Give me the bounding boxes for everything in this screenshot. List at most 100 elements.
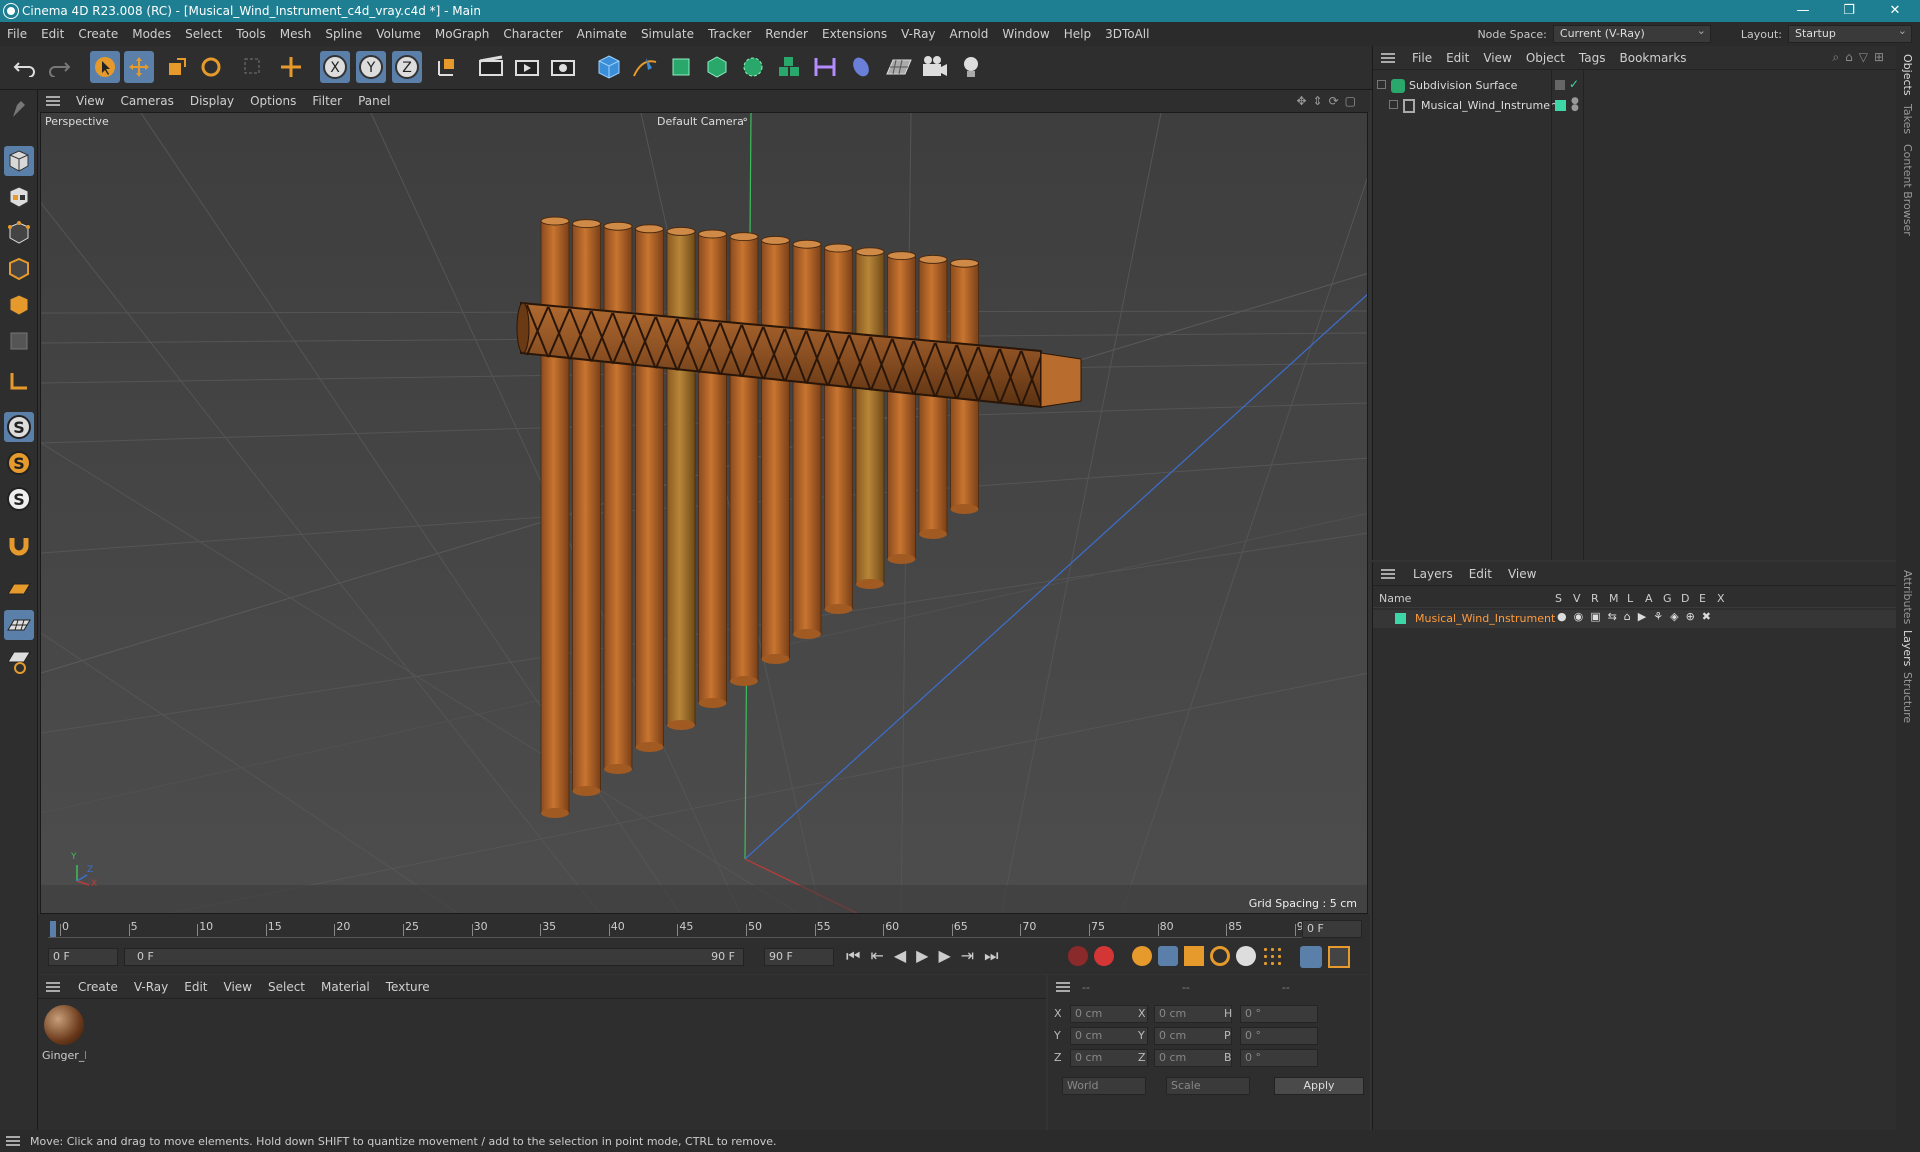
object-row-instrument[interactable]: Musical_Wind_Instrument ● ● [1373,97,1897,116]
viewport-camera-label[interactable]: Default Camera [657,115,744,128]
object-menu-item-1[interactable]: Edit [1439,51,1476,65]
material-menu-item-4[interactable]: Select [260,980,313,994]
material-menu-item-5[interactable]: Material [313,980,378,994]
coord-value-field[interactable]: 0 cm [1070,1027,1148,1045]
material-name[interactable]: Ginger_M [42,1049,86,1062]
layer-menu-item-1[interactable]: Edit [1461,567,1500,581]
field-button[interactable] [846,51,876,83]
record-keyframe-icon[interactable] [1068,946,1088,966]
viewport-menu-item-0[interactable]: View [68,94,112,108]
key-scale-icon[interactable] [1184,946,1204,966]
cloner-button[interactable] [738,51,768,83]
node-space-dropdown[interactable]: Current (V-Ray) [1552,23,1711,43]
menu-item-7[interactable]: Spline [318,27,369,41]
coord-value-field[interactable]: 0 cm [1070,1005,1148,1023]
minimize-button[interactable]: — [1780,0,1826,22]
menu-item-13[interactable]: Tracker [701,27,758,41]
menu-item-11[interactable]: Animate [570,27,634,41]
coords-hamburger-icon[interactable] [1056,982,1070,992]
tab-layers[interactable]: Layers [1901,630,1914,666]
coord-value-field[interactable]: 0 cm [1154,1049,1232,1067]
key-move-icon[interactable] [1158,946,1178,966]
render-settings-button[interactable] [548,51,578,83]
object-menu-item-5[interactable]: Bookmarks [1613,51,1694,65]
polygon-mode-button[interactable] [4,290,34,320]
menu-item-1[interactable]: Edit [34,27,71,41]
subdivision-button[interactable] [666,51,696,83]
menu-item-2[interactable]: Create [71,27,125,41]
material-menu-item-6[interactable]: Texture [378,980,438,994]
extrude-button[interactable] [702,51,732,83]
maximize-button[interactable]: ❐ [1826,0,1872,22]
model-mode-button[interactable] [4,146,34,176]
grid-plane-button[interactable] [4,610,34,640]
material-hamburger-icon[interactable] [46,981,60,992]
key-rotate-icon[interactable] [1210,946,1230,966]
material-swatch[interactable] [44,1005,84,1045]
light-button[interactable] [956,51,986,83]
object-toolbar-icons[interactable]: ⌕⌂▽⊞ [1832,50,1890,65]
viewport-menu-item-4[interactable]: Filter [304,94,350,108]
layer-row[interactable]: Musical_Wind_Instrument ●◉▣⇆⌂▶⚘◈⊕✖ [1373,610,1897,628]
magnet-button[interactable] [4,530,34,560]
menu-item-20[interactable]: 3DToAll [1098,27,1156,41]
live-selection-button[interactable] [238,51,268,83]
menu-item-17[interactable]: Arnold [943,27,996,41]
snap-button[interactable]: S [4,412,34,442]
object-row-subdivision[interactable]: Subdivision Surface ✓ [1373,77,1897,96]
start-frame-field[interactable]: 0 F [48,948,118,966]
render-active-view-button[interactable] [512,51,542,83]
status-hamburger-icon[interactable] [6,1136,20,1146]
go-end-icon[interactable]: ⏭ [984,946,998,966]
playhead-marker[interactable] [50,921,56,937]
undo-button[interactable] [10,51,40,83]
menu-item-18[interactable]: Window [995,27,1056,41]
axis-mode-button[interactable] [4,366,34,396]
next-frame-icon[interactable]: ▶ [938,946,950,966]
timeline-window-icon[interactable] [1328,946,1350,968]
key-position-icon[interactable] [1132,946,1152,966]
cube-button[interactable] [594,51,624,83]
viewport-menu-item-3[interactable]: Options [242,94,304,108]
layer-color-swatch[interactable] [1555,100,1566,111]
point-mode-button[interactable] [4,218,34,248]
next-key-icon[interactable]: ⇥ [961,946,974,966]
camera-button[interactable] [920,51,950,83]
menu-item-15[interactable]: Extensions [815,27,894,41]
make-editable-button[interactable] [4,94,34,124]
layer-color-swatch[interactable] [1395,613,1406,624]
viewport-menu-item-5[interactable]: Panel [350,94,398,108]
material-menu-item-0[interactable]: Create [70,980,126,994]
tree-toggle-icon[interactable] [1389,100,1398,109]
select-tool-button[interactable] [90,51,120,83]
move-tool-button[interactable] [124,51,154,83]
range-slider[interactable]: 0 F 90 F [124,948,744,966]
edge-mode-button[interactable] [4,254,34,284]
workplane-button[interactable] [4,574,34,604]
quantize-button[interactable]: S [4,484,34,514]
layer-menu-item-2[interactable]: View [1500,567,1544,581]
3d-viewport[interactable]: Perspective Default Camera ⚬ Grid Spacin… [40,112,1368,914]
menu-item-14[interactable]: Render [758,27,815,41]
object-name-subdivision[interactable]: Subdivision Surface [1409,79,1517,92]
coord-size-dropdown[interactable]: Scale [1166,1077,1250,1095]
coord-value-field[interactable]: 0 cm [1154,1005,1232,1023]
scale-tool-button[interactable] [162,51,192,83]
menu-item-0[interactable]: File [0,27,34,41]
layout-dropdown[interactable]: Startup [1788,23,1912,43]
object-menu-item-0[interactable]: File [1405,51,1439,65]
object-menu-item-4[interactable]: Tags [1572,51,1613,65]
material-menu-item-1[interactable]: V-Ray [126,980,176,994]
coord-value-field[interactable]: 0 ° [1240,1027,1318,1045]
coord-mode-dropdown[interactable]: World [1062,1077,1146,1095]
redo-button[interactable] [44,51,74,83]
close-button[interactable]: ✕ [1872,0,1918,22]
y-axis-button[interactable]: Y [356,51,386,83]
menu-item-8[interactable]: Volume [369,27,428,41]
go-start-icon[interactable]: ⏮ [846,946,860,966]
current-frame-box[interactable]: 0 F [1302,920,1362,938]
uv-mode-button[interactable] [4,326,34,356]
tab-objects[interactable]: Objects [1901,54,1914,96]
tree-toggle-icon[interactable] [1377,80,1386,89]
coord-value-field[interactable]: 0 cm [1154,1027,1232,1045]
